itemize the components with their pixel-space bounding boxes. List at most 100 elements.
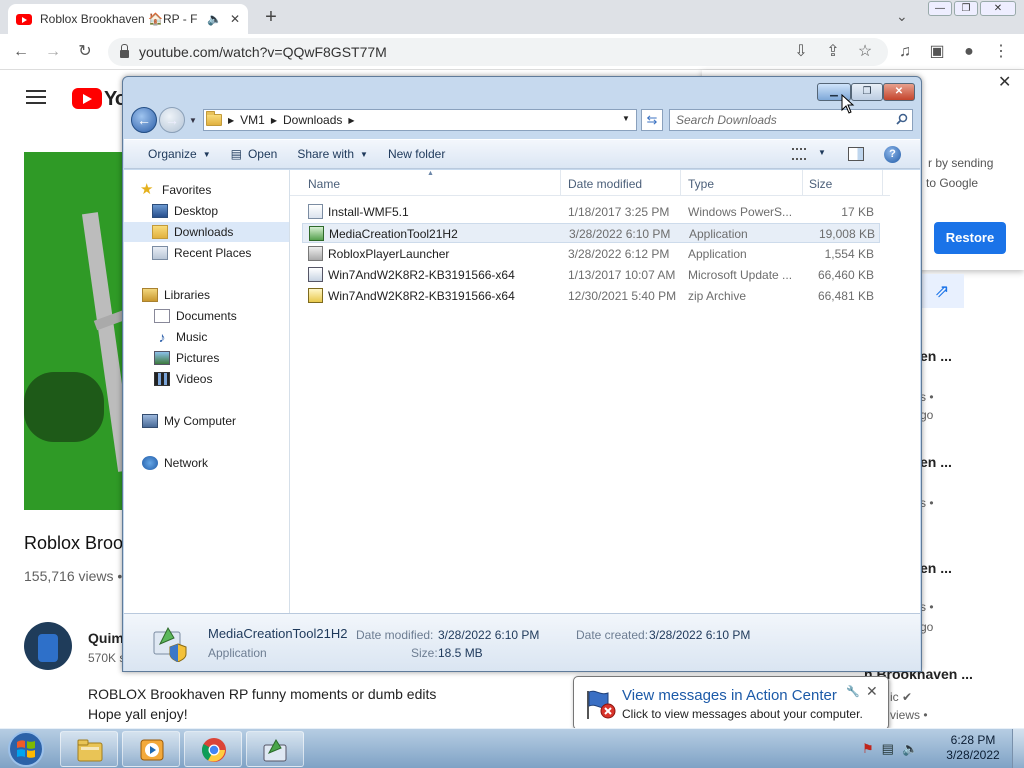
recommended-video-title[interactable]: en ... <box>920 348 952 364</box>
nav-item-my-computer[interactable]: My Computer <box>124 411 289 431</box>
taskbar-media-player-button[interactable] <box>122 731 180 767</box>
profile-avatar-icon[interactable]: ● <box>958 42 980 64</box>
breadcrumb-item[interactable]: Downloads <box>283 113 342 127</box>
organize-button[interactable]: Organize ▼ <box>138 147 221 161</box>
forward-arrow-icon[interactable]: → <box>159 107 185 133</box>
file-row[interactable]: Win7AndW2K8R2-KB3191566-x64 1/13/2017 10… <box>302 265 880 285</box>
address-history-chevron-icon[interactable]: ▼ <box>622 114 630 123</box>
file-name: Win7AndW2K8R2-KB3191566-x64 <box>328 289 515 303</box>
nav-item-recent-places[interactable]: Recent Places <box>124 243 289 263</box>
show-desktop-button[interactable] <box>1012 729 1024 768</box>
nav-item-libraries[interactable]: Libraries <box>124 285 289 305</box>
breadcrumb-separator-icon[interactable]: ▶ <box>348 116 354 125</box>
channel-subscribers: 570K s <box>88 651 126 665</box>
nav-item-music[interactable]: ♪ Music <box>124 327 289 347</box>
column-divider[interactable] <box>560 170 561 196</box>
video-title: Roblox Broo <box>24 533 124 553</box>
menu-kebab-icon[interactable]: ⋮ <box>990 42 1012 64</box>
view-options-chevron-icon[interactable]: ▼ <box>818 148 826 157</box>
restore-button[interactable]: Restore <box>934 222 1006 254</box>
column-divider[interactable] <box>680 170 681 196</box>
nav-item-downloads[interactable]: Downloads <box>124 222 289 242</box>
notification-close-icon[interactable]: ✕ <box>866 683 878 700</box>
channel-avatar[interactable] <box>24 622 72 670</box>
new-folder-button[interactable]: New folder <box>378 147 455 161</box>
back-arrow-icon[interactable]: ← <box>131 107 157 133</box>
file-row[interactable]: RobloxPlayerLauncher 3/28/2022 6:12 PM A… <box>302 244 880 264</box>
maximize-button[interactable]: ❐ <box>851 83 883 101</box>
wrench-icon[interactable]: 🔧 <box>846 685 860 698</box>
preview-pane-icon[interactable] <box>848 147 864 161</box>
file-row[interactable]: Install-WMF5.1 1/18/2017 3:25 PM Windows… <box>302 202 880 222</box>
taskbar-chrome-button[interactable] <box>184 731 242 767</box>
minimize-button[interactable]: — <box>928 1 952 16</box>
nav-item-network[interactable]: Network <box>124 453 289 473</box>
recommended-video-title[interactable]: en ... <box>920 454 952 470</box>
taskbar-explorer-button[interactable] <box>60 731 118 767</box>
hamburger-menu-icon[interactable] <box>26 90 46 104</box>
forward-arrow-icon[interactable]: → <box>42 42 64 64</box>
taskbar-clock[interactable]: 6:28 PM 3/28/2022 <box>938 733 1008 763</box>
volume-icon[interactable]: 🔈 <box>902 741 918 757</box>
column-header-size[interactable]: Size <box>809 177 832 191</box>
open-button[interactable]: ▤ Open <box>221 147 288 161</box>
column-divider[interactable] <box>802 170 803 196</box>
reload-icon[interactable]: ↻ <box>74 42 96 64</box>
nav-item-label: Favorites <box>162 183 212 197</box>
share-icon[interactable]: ⇪ <box>822 42 844 64</box>
back-arrow-icon[interactable]: ← <box>10 42 32 64</box>
speaker-icon[interactable]: 🔈 <box>207 12 222 26</box>
recommended-video-title[interactable]: en ... <box>920 560 952 576</box>
tab-search-chevron-icon[interactable]: ⌄ <box>896 8 908 25</box>
open-external-icon[interactable]: ⇗ <box>920 274 964 308</box>
help-icon[interactable]: ? <box>884 146 901 163</box>
refresh-icon[interactable]: ⇆ <box>641 109 663 131</box>
start-button-windows-icon[interactable] <box>2 730 50 768</box>
close-button[interactable]: ✕ <box>883 83 915 101</box>
share-with-button[interactable]: Share with ▼ <box>287 147 378 161</box>
star-icon: ★ <box>140 181 154 198</box>
explorer-address-bar[interactable]: ▶ VM1 ▶ Downloads ▶ ▼ <box>203 109 637 131</box>
breadcrumb-separator-icon[interactable]: ▶ <box>271 116 277 125</box>
address-bar[interactable]: youtube.com/watch?v=QQwF8GST77M <box>108 38 888 66</box>
new-tab-button[interactable]: + <box>260 6 282 28</box>
media-control-icon[interactable]: ♫ <box>894 42 916 64</box>
change-view-icon[interactable] <box>792 148 806 160</box>
bookmark-star-icon[interactable]: ☆ <box>854 42 876 64</box>
column-header-type[interactable]: Type <box>688 177 714 191</box>
breadcrumb-separator-icon[interactable]: ▶ <box>228 116 234 125</box>
tab-close-icon[interactable]: ✕ <box>230 12 240 26</box>
recent-pages-chevron-icon[interactable]: ▼ <box>189 116 197 125</box>
nav-item-desktop[interactable]: Desktop <box>124 201 289 221</box>
popup-close-icon[interactable]: ✕ <box>998 72 1011 92</box>
nav-item-documents[interactable]: Documents <box>124 306 289 326</box>
maximize-button[interactable]: ❐ <box>954 1 978 16</box>
youtube-logo-icon[interactable] <box>72 88 102 109</box>
file-size: 19,008 KB <box>818 227 875 241</box>
side-panel-icon[interactable]: ▣ <box>926 42 948 64</box>
channel-name[interactable]: Quim <box>88 630 124 646</box>
details-size-label: Size: <box>411 646 438 660</box>
breadcrumb-item[interactable]: VM1 <box>240 113 265 127</box>
nav-item-pictures[interactable]: Pictures <box>124 348 289 368</box>
video-views: 155,716 views • <box>24 568 123 584</box>
notification-title[interactable]: View messages in Action Center <box>622 687 837 704</box>
install-icon[interactable]: ⇩ <box>790 42 812 64</box>
file-type: Application <box>689 227 748 241</box>
search-icon[interactable] <box>896 113 908 125</box>
search-input[interactable]: Search Downloads <box>669 109 913 131</box>
column-header-name[interactable]: Name <box>308 177 340 191</box>
video-player[interactable] <box>24 152 134 510</box>
taskbar-media-creation-tool-button[interactable] <box>246 731 304 767</box>
close-button[interactable]: ✕ <box>980 1 1016 16</box>
browser-tab[interactable]: Roblox Brookhaven 🏠RP - F 🔈 ✕ <box>8 4 248 34</box>
column-divider[interactable] <box>882 170 883 196</box>
nav-item-videos[interactable]: Videos <box>124 369 289 389</box>
network-icon[interactable]: ▤ <box>882 741 894 757</box>
file-row[interactable]: Win7AndW2K8R2-KB3191566-x64 12/30/2021 5… <box>302 286 880 306</box>
action-center-flag-icon[interactable]: ⚑ <box>862 741 874 757</box>
action-center-notification[interactable]: View messages in Action Center Click to … <box>573 676 889 743</box>
nav-item-favorites[interactable]: ★ Favorites <box>140 180 290 200</box>
file-row[interactable]: MediaCreationTool21H2 3/28/2022 6:10 PM … <box>302 223 880 243</box>
column-header-date-modified[interactable]: Date modified <box>568 177 642 191</box>
